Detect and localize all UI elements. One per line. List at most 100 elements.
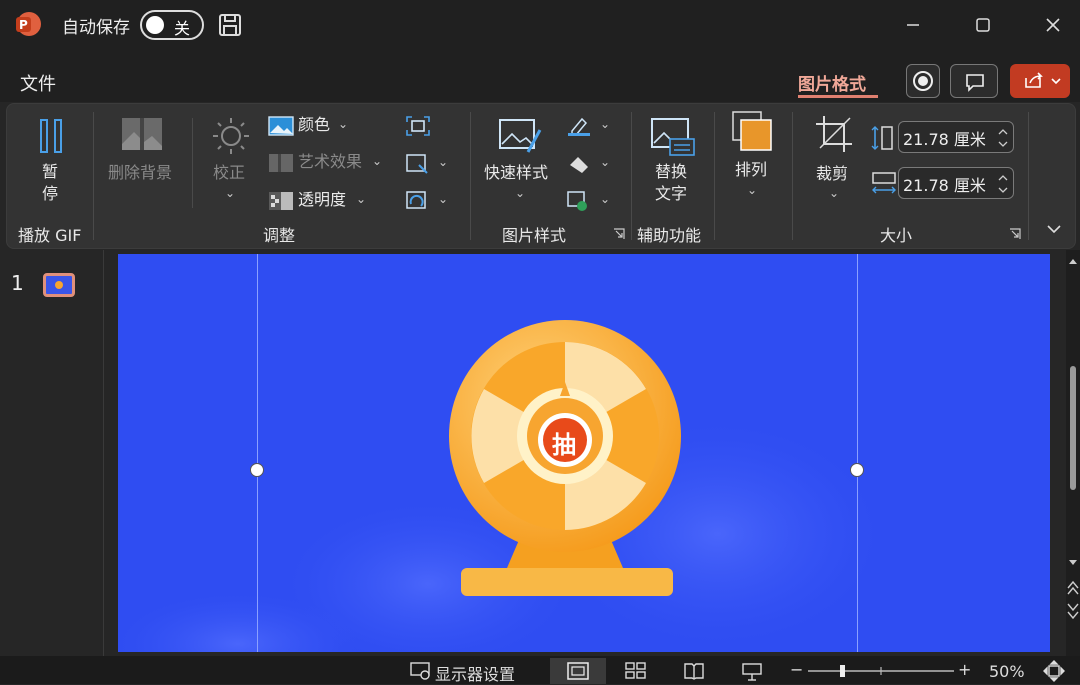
group-divider: [1028, 112, 1029, 240]
quick-styles-icon: [498, 116, 544, 158]
picture-border-icon[interactable]: [566, 115, 592, 137]
group-divider: [470, 112, 471, 240]
display-settings-icon: [410, 662, 432, 680]
slide-number: 1: [11, 271, 24, 295]
shape-height-icon: [870, 124, 896, 152]
chevron-down-icon: ⌄: [225, 186, 236, 200]
remove-background-button[interactable]: 删除背景: [108, 163, 172, 184]
share-button[interactable]: [1010, 64, 1070, 98]
prize-wheel-image[interactable]: [445, 316, 685, 606]
alt-text-icon: [650, 117, 696, 157]
transparency-button[interactable]: 透明度: [298, 190, 346, 211]
group-divider: [631, 112, 632, 240]
group-label-adjust: 调整: [263, 226, 296, 245]
chevron-down-icon: ⌄: [356, 192, 367, 206]
chevron-down-icon: ⌄: [338, 117, 349, 131]
group-label-size: 大小: [880, 226, 913, 245]
normal-view-button[interactable]: [550, 658, 606, 684]
arrange-button[interactable]: 排列: [735, 160, 767, 181]
zoom-slider[interactable]: [808, 664, 954, 678]
active-tab-indicator: [798, 95, 878, 98]
crop-button[interactable]: 裁剪: [816, 164, 848, 185]
shape-width-field[interactable]: 21.78 厘米: [898, 167, 1014, 199]
compress-pictures-icon[interactable]: [405, 115, 431, 137]
change-picture-icon[interactable]: [405, 153, 431, 175]
zoom-in-button[interactable]: +: [958, 660, 971, 679]
powerpoint-logo-icon: P: [14, 10, 42, 38]
alt-text-button-2[interactable]: 文字: [655, 184, 687, 205]
title-bar: P 自动保存 关: [0, 0, 1080, 50]
color-icon: [268, 116, 294, 136]
record-button[interactable]: [906, 64, 940, 98]
tab-file[interactable]: 文件: [20, 70, 56, 96]
slide-thumbnail[interactable]: [43, 273, 75, 297]
corrections-sun-icon: [211, 116, 251, 156]
arrange-icon: [731, 110, 775, 154]
shape-height-value: 21.78 厘米: [903, 130, 986, 149]
menu-bar: 文件 图片格式: [0, 50, 1080, 102]
spinner-icon[interactable]: [997, 126, 1009, 150]
resize-handle-left[interactable]: [250, 463, 264, 477]
svg-text:P: P: [19, 18, 28, 32]
reading-view-icon[interactable]: [683, 662, 705, 680]
dialog-launcher-icon[interactable]: [613, 228, 625, 240]
selection-frame-left: [257, 254, 258, 652]
autosave-label: 自动保存: [62, 18, 130, 38]
chevron-down-icon: ⌄: [600, 155, 611, 169]
vertical-scrollbar[interactable]: [1066, 250, 1080, 656]
toggle-knob: [146, 16, 164, 34]
comments-button[interactable]: [950, 64, 998, 98]
tab-picture-format[interactable]: 图片格式: [798, 70, 866, 95]
group-divider: [714, 112, 715, 240]
picture-layout-icon[interactable]: [566, 190, 592, 212]
group-divider: [93, 112, 94, 240]
maximize-button[interactable]: [968, 10, 998, 40]
minimize-button[interactable]: [898, 10, 928, 40]
group-label-accessibility: 辅助功能: [637, 226, 702, 245]
corrections-button[interactable]: 校正: [213, 163, 245, 184]
shape-height-field[interactable]: 21.78 厘米: [898, 121, 1014, 153]
zoom-level[interactable]: 50%: [989, 662, 1025, 681]
spinner-icon[interactable]: [997, 172, 1009, 196]
shape-width-value: 21.78 厘米: [903, 176, 986, 195]
display-settings-button[interactable]: 显示器设置: [435, 661, 515, 685]
toggle-state-label: 关: [174, 19, 191, 38]
chevron-down-icon: ⌄: [372, 154, 383, 168]
group-divider: [792, 112, 793, 240]
resize-handle-right[interactable]: [850, 463, 864, 477]
close-button[interactable]: [1038, 10, 1068, 40]
chevron-down-icon: ⌄: [600, 192, 611, 206]
slide-thumbnails-panel: [0, 250, 104, 656]
save-icon[interactable]: [217, 12, 243, 38]
dialog-launcher-icon[interactable]: [1009, 228, 1021, 240]
reset-picture-icon[interactable]: [405, 190, 431, 212]
selection-frame-right: [857, 254, 858, 652]
slideshow-icon[interactable]: [741, 662, 763, 682]
crop-icon: [814, 114, 854, 154]
group-label-play-gif: 播放 GIF: [18, 226, 82, 245]
remove-background-icon: [120, 116, 164, 154]
chevron-down-icon: ⌄: [829, 186, 840, 200]
picture-effects-icon[interactable]: [566, 153, 592, 175]
chevron-down-icon: ⌄: [515, 186, 526, 200]
pause-button-label-2[interactable]: 停: [42, 184, 58, 205]
pause-icon: [36, 118, 68, 154]
artistic-effects-icon: [268, 153, 294, 173]
autosave-toggle[interactable]: 关: [140, 10, 204, 40]
chevron-down-icon: ⌄: [747, 183, 758, 197]
slide-sorter-icon[interactable]: [625, 662, 647, 680]
group-divider: [192, 118, 193, 208]
shape-width-icon: [870, 171, 898, 197]
transparency-icon: [268, 191, 294, 211]
artistic-effects-button[interactable]: 艺术效果: [298, 152, 362, 173]
alt-text-button-1[interactable]: 替换: [655, 162, 687, 183]
fit-to-window-icon[interactable]: [1043, 660, 1065, 682]
collapse-ribbon-icon[interactable]: [1046, 222, 1062, 236]
zoom-out-button[interactable]: −: [790, 660, 803, 679]
pause-button-label-1[interactable]: 暂: [42, 162, 58, 183]
color-button[interactable]: 颜色: [298, 115, 330, 136]
group-label-picture-styles: 图片样式: [502, 226, 567, 245]
quick-styles-button[interactable]: 快速样式: [484, 163, 548, 184]
chevron-down-icon: ⌄: [438, 192, 449, 206]
wheel-center-text: 抽: [552, 431, 576, 459]
